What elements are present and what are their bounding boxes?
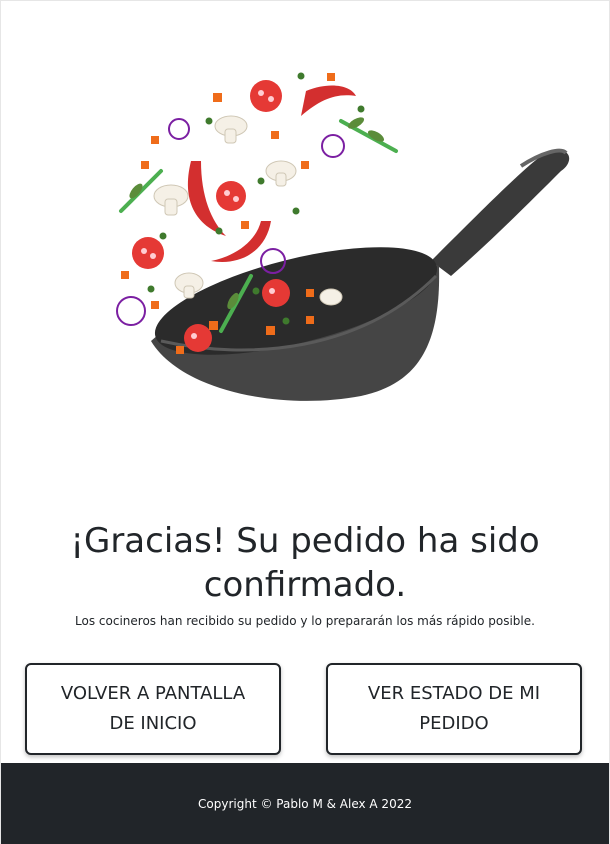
back-to-home-button[interactable]: VOLVER A PANTALLA DE INICIO xyxy=(25,663,281,755)
confirmation-subtitle: Los cocineros han recibido su pedido y l… xyxy=(75,614,535,628)
wok-illustration xyxy=(101,61,581,421)
confirmation-title: ¡Gracias! Su pedido ha sido confirmado. xyxy=(70,521,540,605)
footer: Copyright © Pablo M & Alex A 2022 xyxy=(1,763,609,844)
copyright-text: Copyright © Pablo M & Alex A 2022 xyxy=(198,797,412,811)
view-order-status-button[interactable]: VER ESTADO DE MI PEDIDO xyxy=(326,663,582,755)
